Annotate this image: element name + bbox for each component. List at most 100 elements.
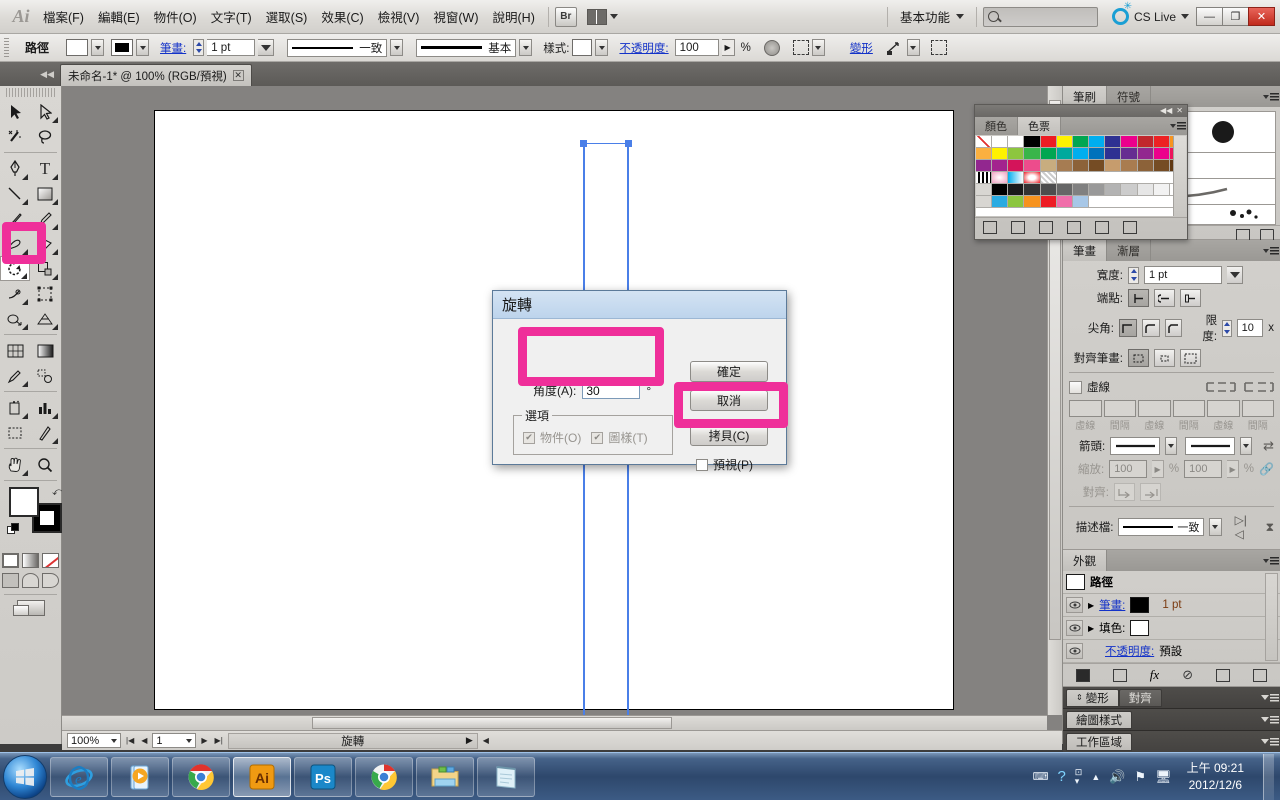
swatch-sand[interactable] — [1105, 160, 1122, 172]
cs-live-button[interactable]: CS Live — [1111, 1, 1189, 25]
new-swatch-icon[interactable] — [1095, 221, 1109, 234]
scrollbar-thumb[interactable] — [312, 717, 672, 729]
tab-appearance[interactable]: 外觀 — [1063, 550, 1107, 571]
opacity-mask-icon[interactable] — [763, 39, 780, 56]
taskbar-item-internet-explorer[interactable]: e — [50, 756, 108, 797]
artboard-tool[interactable] — [0, 420, 30, 445]
pencil-tool[interactable] — [30, 206, 60, 231]
stroke-weight-stepper[interactable] — [193, 39, 205, 56]
clip-mask-icon[interactable] — [930, 40, 947, 55]
expand-triangle-icon[interactable]: ▶ — [1088, 624, 1094, 633]
free-transform-tool[interactable] — [30, 281, 60, 306]
swatch-pattern-dot[interactable] — [992, 172, 1009, 184]
fill-color-thumbnail[interactable] — [1130, 620, 1150, 636]
search-input[interactable] — [982, 6, 1098, 27]
add-new-effect-icon[interactable]: fx — [1150, 667, 1159, 683]
tab-gradient[interactable]: 漸層 — [1107, 240, 1151, 261]
swatch-gray-20[interactable] — [1024, 184, 1041, 196]
swatch-teal[interactable] — [1056, 148, 1073, 160]
taskbar-clock[interactable]: 上午 09:21 2012/12/6 — [1181, 760, 1250, 792]
fullscreen-menubar-mode-button[interactable] — [22, 573, 39, 588]
dash-input-2[interactable] — [1138, 400, 1171, 417]
swatches-panel-menu-icon[interactable] — [1169, 117, 1187, 135]
swatches-grid[interactable] — [976, 136, 1186, 184]
action-center-icon[interactable]: 🖥 — [1155, 769, 1172, 785]
objects-checkbox[interactable]: ✔ — [523, 431, 535, 444]
type-tool[interactable]: T — [30, 156, 60, 181]
butt-cap-button[interactable] — [1128, 289, 1149, 307]
paintbrush-tool[interactable] — [0, 206, 30, 231]
status-menu-arrow-icon[interactable]: ▶ — [466, 735, 473, 746]
fullscreen-mode-button[interactable] — [42, 573, 59, 588]
taskbar-item-adobe-illustrator[interactable]: Ai — [233, 756, 291, 797]
preview-checkbox[interactable] — [696, 458, 708, 471]
swatch-registration[interactable] — [992, 136, 1009, 148]
dash-preserve-icon[interactable] — [1206, 381, 1236, 393]
brush-definition-select[interactable]: 基本 — [416, 38, 517, 57]
tab-transform[interactable]: ⇕ 變形 — [1066, 688, 1119, 707]
taskbar-item-adobe-photoshop[interactable]: Ps — [294, 756, 352, 797]
line-segment-tool[interactable] — [0, 181, 30, 206]
selection-handle[interactable] — [625, 140, 632, 147]
add-new-fill-icon[interactable] — [1112, 668, 1127, 682]
add-new-stroke-icon[interactable] — [1075, 668, 1090, 682]
width-tool[interactable] — [0, 281, 30, 306]
swatch-gray-30[interactable] — [1040, 184, 1057, 196]
column-graph-tool[interactable] — [30, 395, 60, 420]
recolor-dropdown[interactable] — [811, 39, 825, 56]
swatch-magenta[interactable] — [1121, 136, 1138, 148]
eyedropper-tool[interactable] — [0, 363, 30, 388]
swatch-lightgreen[interactable] — [1008, 148, 1025, 160]
angle-input[interactable]: 30 — [582, 382, 641, 399]
swatches-scrollbar[interactable] — [1173, 136, 1186, 216]
bevel-join-button[interactable] — [1164, 319, 1183, 337]
clear-appearance-icon[interactable]: ⊘ — [1182, 667, 1193, 683]
swatch-green2[interactable] — [1024, 148, 1041, 160]
link-scale-icon[interactable]: 🔗 — [1259, 462, 1274, 476]
swatch-gray-70[interactable] — [1105, 184, 1122, 196]
first-page-button[interactable]: |◀ — [124, 736, 136, 745]
swatch-yellow2[interactable] — [992, 148, 1009, 160]
miter-limit-stepper[interactable] — [1222, 319, 1232, 337]
graphic-style-swatch[interactable] — [572, 39, 593, 56]
arrowhead-start-dropdown[interactable] — [1165, 437, 1178, 455]
swatch-violet[interactable] — [1137, 148, 1154, 160]
lasso-tool[interactable] — [30, 124, 60, 149]
next-page-button[interactable]: ▶ — [199, 736, 209, 745]
appearance-object-row[interactable]: 路徑 — [1063, 571, 1280, 594]
swap-arrowheads-icon[interactable]: ⇄ — [1263, 438, 1274, 454]
swatch-cyan[interactable] — [1089, 136, 1106, 148]
stroke-width-input[interactable]: 1 pt — [1144, 266, 1222, 284]
arrow-scale-start-input[interactable]: 100 — [1109, 460, 1148, 478]
taskbar-item-windows-media-player[interactable] — [111, 756, 169, 797]
pen-tool[interactable] — [0, 156, 30, 181]
projecting-cap-button[interactable] — [1180, 289, 1201, 307]
swatch-crimson[interactable] — [1008, 160, 1025, 172]
none-button[interactable] — [42, 553, 59, 568]
swatch-lime[interactable] — [1008, 196, 1025, 208]
duplicate-item-icon[interactable] — [1216, 668, 1231, 682]
swatches-floating-panel[interactable]: ◀◀ ✕ 顏色 色票 — [974, 104, 1188, 240]
swatch-caramel[interactable] — [1121, 160, 1138, 172]
swatch-darkbrown[interactable] — [1072, 160, 1090, 172]
menu-edit[interactable]: 編輯(E) — [91, 3, 147, 30]
arrowhead-end-select[interactable] — [1185, 437, 1236, 455]
arrange-documents-button[interactable] — [586, 8, 618, 25]
page-number-select[interactable]: 1 — [152, 733, 197, 748]
miter-join-button[interactable] — [1118, 319, 1137, 337]
taskbar-item-google-chrome[interactable] — [172, 756, 230, 797]
arrow-scale-end-slider[interactable]: ▶ — [1227, 460, 1239, 478]
swatch-scarlet[interactable] — [1040, 196, 1057, 208]
start-button[interactable] — [3, 754, 47, 799]
delete-item-icon[interactable] — [1253, 668, 1268, 682]
stroke-swatch-dropdown[interactable] — [136, 39, 150, 56]
swatch-gradient-red[interactable] — [1024, 172, 1041, 184]
gradient-button[interactable] — [22, 553, 39, 568]
restore-button[interactable]: ❐ — [1222, 7, 1249, 26]
swatch-gray-0[interactable] — [992, 184, 1009, 196]
swatch-amber[interactable] — [1024, 196, 1041, 208]
fill-swatch-dropdown[interactable] — [91, 39, 105, 56]
appearance-scrollbar[interactable] — [1265, 573, 1278, 661]
gradient-tool[interactable] — [30, 338, 60, 363]
opacity-link-label[interactable]: 不透明度: — [619, 40, 668, 56]
